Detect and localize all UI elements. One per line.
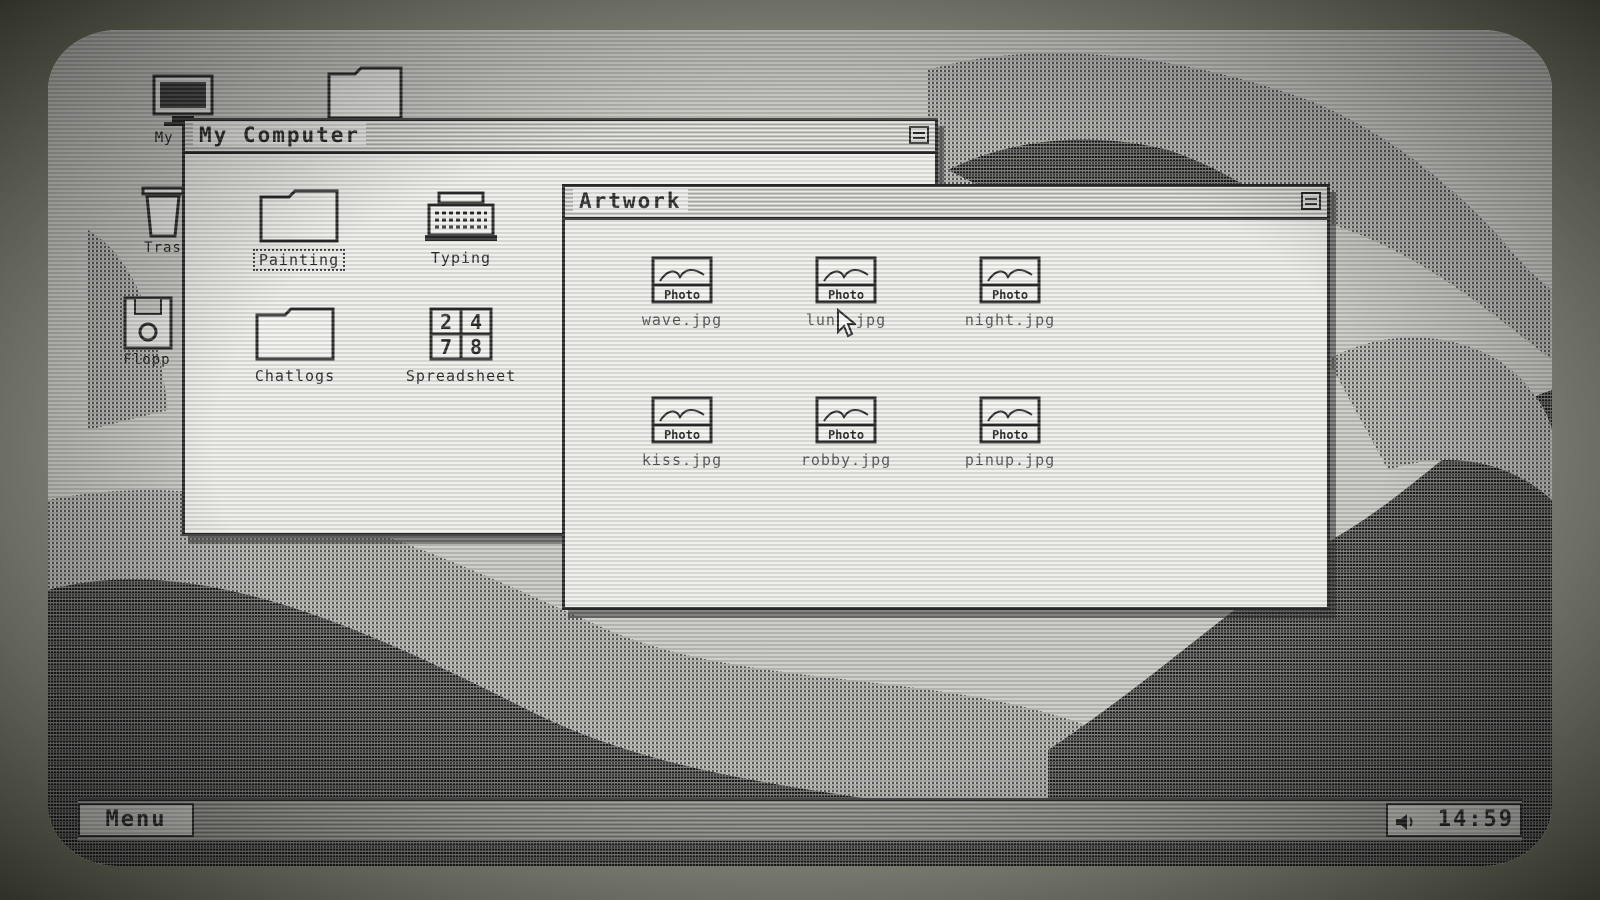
file-label: kiss.jpg xyxy=(641,451,723,469)
window-menu-button[interactable] xyxy=(909,126,929,144)
spreadsheet-digit: 4 xyxy=(470,310,482,334)
spreadsheet-digit: 8 xyxy=(470,335,482,359)
photo-icon: Photo xyxy=(979,256,1041,304)
photo-badge: Photo xyxy=(664,288,700,302)
file-pinup[interactable]: Photo pinup.jpg xyxy=(935,395,1085,469)
window-artwork[interactable]: Artwork Photo wave.jpg Photo Photo night… xyxy=(562,184,1330,610)
app-typing[interactable]: Typing xyxy=(381,187,541,267)
typewriter-icon xyxy=(425,191,497,241)
folder-label: Chatlogs xyxy=(254,367,336,385)
photo-badge: Photo xyxy=(828,428,864,442)
speaker-icon[interactable] xyxy=(1394,811,1416,833)
spreadsheet-digit: 2 xyxy=(440,310,452,334)
file-kiss[interactable]: Photo kiss.jpg xyxy=(607,395,757,469)
menu-button[interactable]: Menu xyxy=(78,803,194,837)
desktop-icon-folder[interactable] xyxy=(310,64,420,122)
titlebar-my-computer[interactable]: My Computer xyxy=(185,121,935,154)
app-label: Spreadsheet xyxy=(405,367,517,385)
photo-icon: Photo xyxy=(815,256,877,304)
system-tray: 14:59 xyxy=(1386,803,1522,837)
file-label: pinup.jpg xyxy=(964,451,1056,469)
photo-icon: Photo xyxy=(651,256,713,304)
folder-chatlogs[interactable]: Chatlogs xyxy=(215,305,375,385)
file-label: robby.jpg xyxy=(800,451,892,469)
file-night[interactable]: Photo night.jpg xyxy=(935,255,1085,329)
file-wave[interactable]: Photo wave.jpg xyxy=(607,255,757,329)
mouse-cursor-icon xyxy=(837,308,856,338)
clock: 14:59 xyxy=(1437,807,1514,832)
photo-icon: Photo xyxy=(651,396,713,444)
app-label: Typing xyxy=(430,249,492,267)
photo-badge: Photo xyxy=(664,428,700,442)
window-title: Artwork xyxy=(573,189,688,213)
file-robby[interactable]: Photo robby.jpg xyxy=(771,395,921,469)
taskbar: Menu 14:59 xyxy=(78,798,1522,841)
photo-icon: Photo xyxy=(979,396,1041,444)
window-title: My Computer xyxy=(193,123,367,147)
photo-badge: Photo xyxy=(992,428,1028,442)
folder-label: Painting xyxy=(252,249,346,271)
folder-icon xyxy=(259,189,339,243)
floppy-icon xyxy=(123,296,173,350)
spreadsheet-icon: 2 4 7 8 xyxy=(429,307,493,361)
photo-badge: Photo xyxy=(828,288,864,302)
folder-icon xyxy=(255,307,335,361)
photo-badge: Photo xyxy=(992,288,1028,302)
file-label: night.jpg xyxy=(964,311,1056,329)
folder-icon xyxy=(327,66,403,120)
crt-monitor: My Com Tras Flopp My Com xyxy=(0,0,1600,900)
file-label: wave.jpg xyxy=(641,311,723,329)
folder-painting[interactable]: Painting xyxy=(219,187,379,271)
spreadsheet-digit: 7 xyxy=(440,335,452,359)
window-menu-button[interactable] xyxy=(1301,192,1321,210)
photo-icon: Photo xyxy=(815,396,877,444)
titlebar-artwork[interactable]: Artwork xyxy=(565,187,1327,220)
desktop-screen: My Com Tras Flopp My Com xyxy=(48,30,1552,866)
app-spreadsheet[interactable]: 2 4 7 8 Spreadsheet xyxy=(381,305,541,385)
